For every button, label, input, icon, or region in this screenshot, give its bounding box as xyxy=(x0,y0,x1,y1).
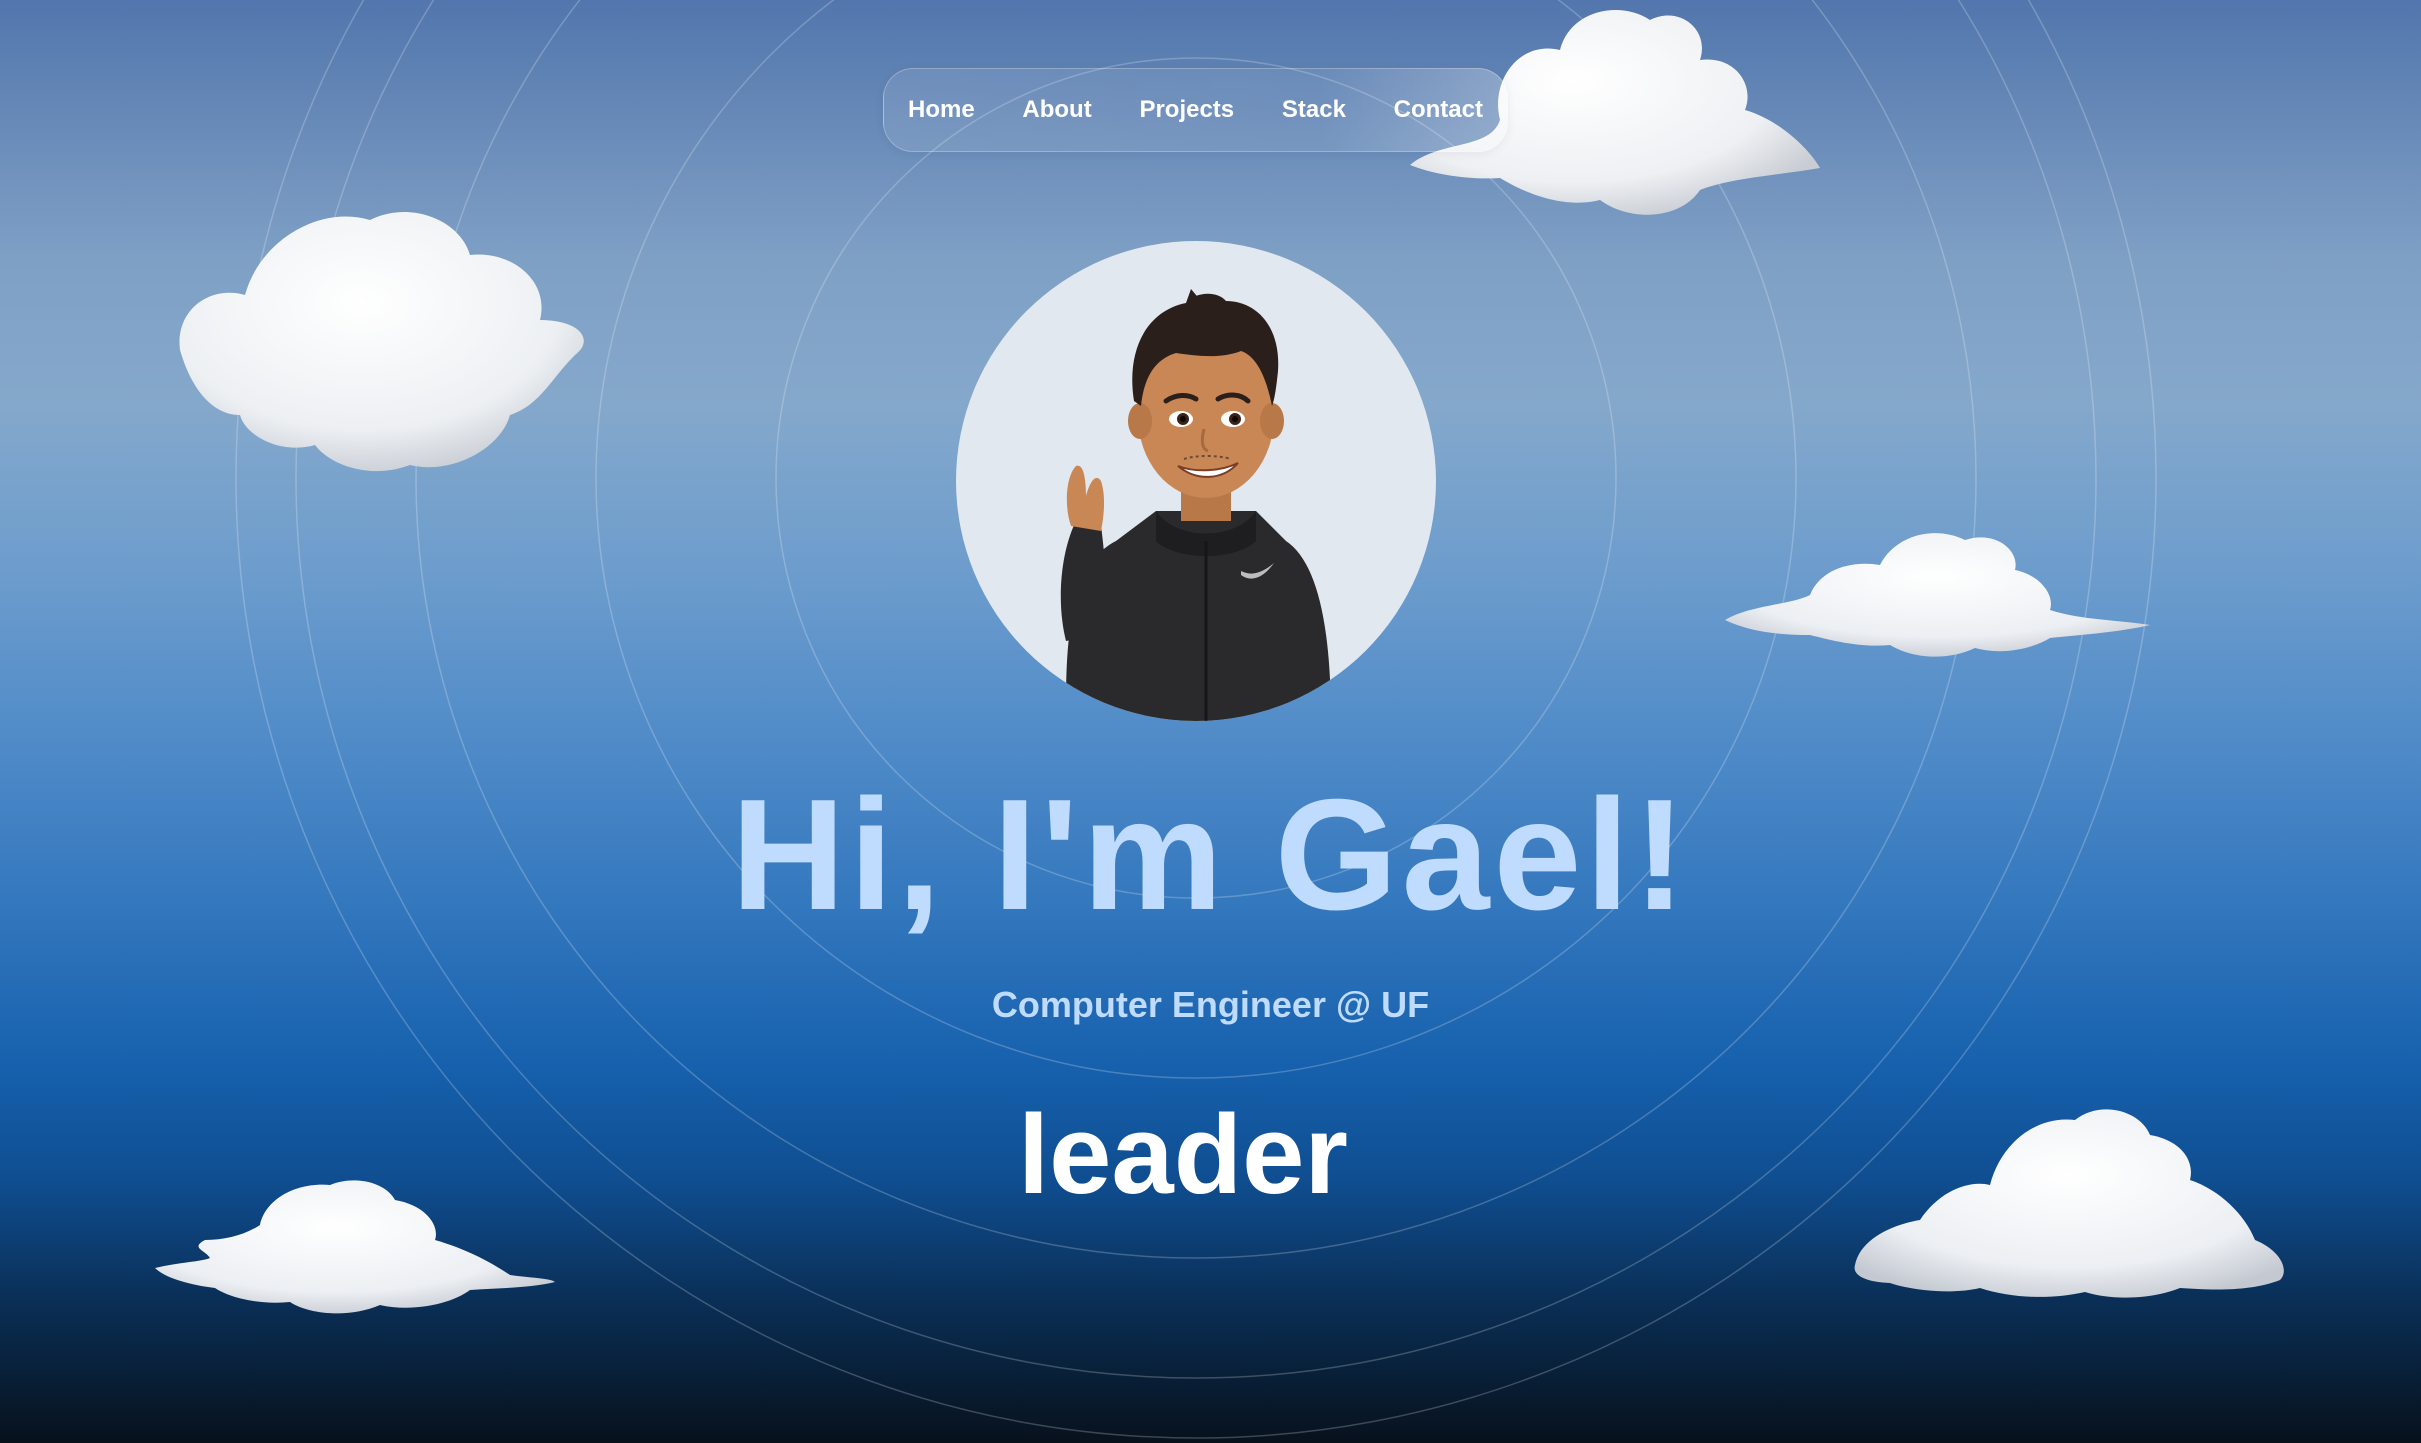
nav-stack-link[interactable]: Stack xyxy=(1282,96,1346,124)
hero-title: Hi, I'm Gael! xyxy=(731,767,1690,943)
avatar xyxy=(956,241,1436,721)
cloud-mid-right xyxy=(1725,533,2150,657)
hero-role-text: leader xyxy=(1018,1092,1348,1217)
cloud-top-left xyxy=(179,212,584,472)
main-nav: Home About Projects Stack Contact xyxy=(883,68,1508,152)
avatar-illustration xyxy=(1060,289,1331,721)
hero-subtitle: Computer Engineer @ UF xyxy=(991,984,1430,1025)
nav-contact-link[interactable]: Contact xyxy=(1394,96,1483,124)
nav-projects-link[interactable]: Projects xyxy=(1139,96,1234,124)
nav-about-link[interactable]: About xyxy=(1022,96,1091,124)
nav-home-link[interactable]: Home xyxy=(908,96,975,124)
